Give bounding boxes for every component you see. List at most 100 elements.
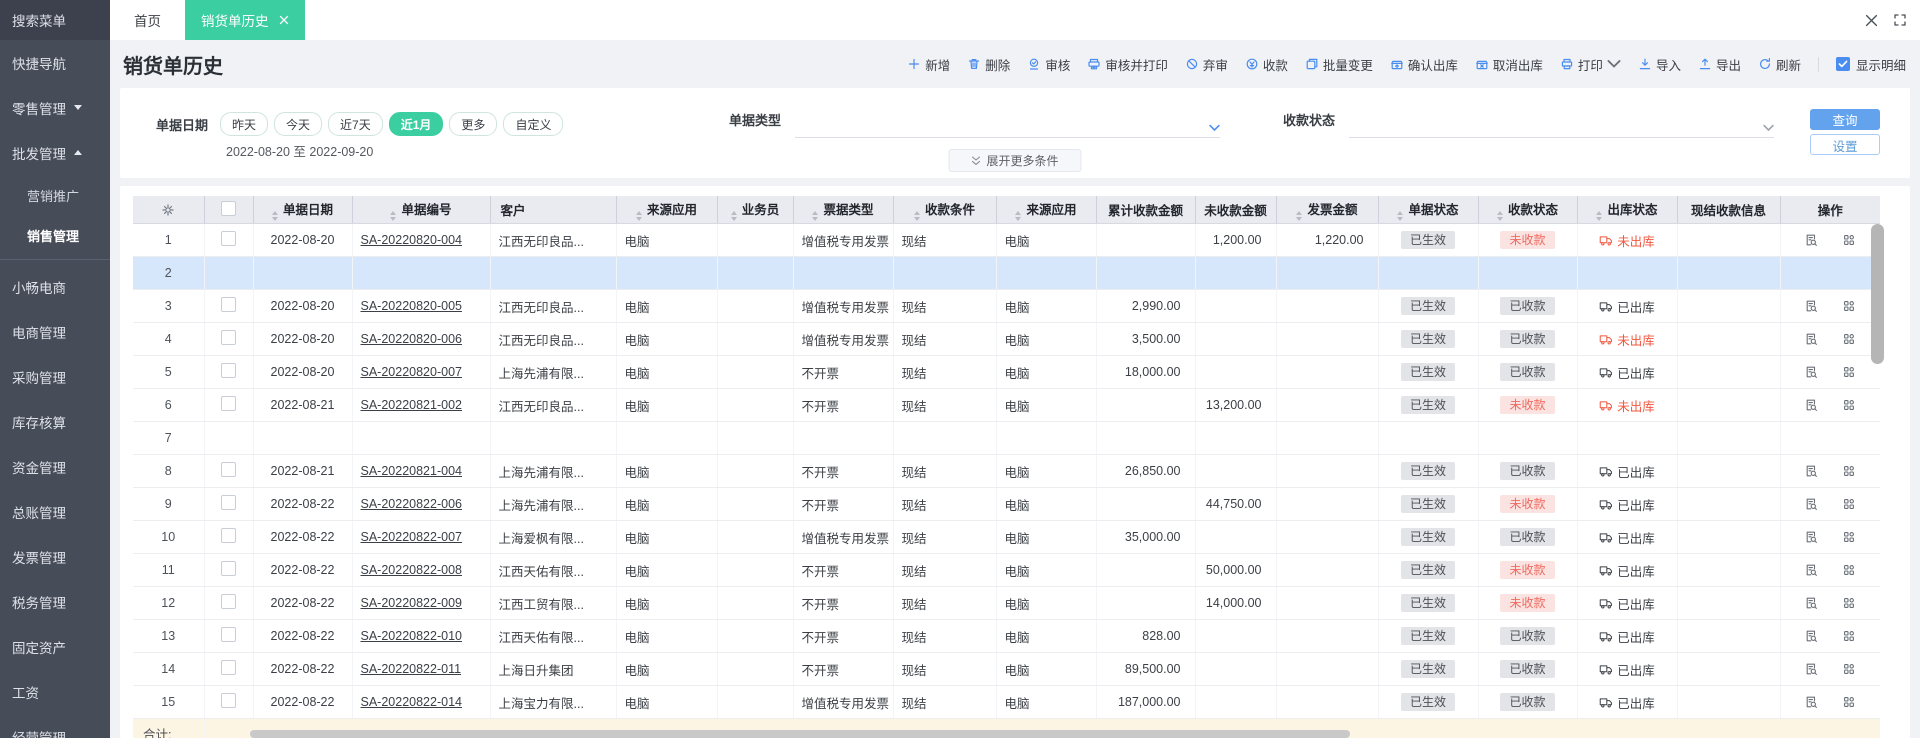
view-detail-icon[interactable] [1804,497,1818,511]
table-row[interactable]: 12 2022-08-22 SA-20220822-009 江西工贸有限... 电脑 不开… [133,586,1880,620]
table-row[interactable]: 9 2022-08-22 SA-20220822-006 上海先浦有限... 电脑 不开票… [133,487,1880,521]
search-button[interactable]: 查询 [1810,109,1880,130]
toolbar-button-审核并打印[interactable]: 审核并打印 [1087,55,1168,74]
sidebar-item-工资[interactable]: 工资 [0,669,110,714]
doc-code-link[interactable]: SA-20220822-007 [361,530,462,544]
table-row[interactable]: 4 2022-08-20 SA-20220820-006 江西无印良品... 电脑 增值税… [133,322,1880,356]
tab-销货单历史[interactable]: 销货单历史 [185,0,305,40]
column-header-out_status[interactable]: 出库状态 [1577,196,1678,224]
doc-type-select[interactable] [795,104,1221,138]
view-detail-icon[interactable] [1804,629,1818,643]
doc-code-link[interactable]: SA-20220822-006 [361,497,462,511]
column-settings-gear-icon[interactable] [161,203,175,217]
view-detail-icon[interactable] [1804,695,1818,709]
table-row[interactable]: 15 2022-08-22 SA-20220822-014 上海宝力有限... 电脑 增值… [133,685,1880,719]
table-row[interactable]: 7 [133,421,1880,455]
date-chip-近1月[interactable]: 近1月 [388,112,444,136]
toolbar-button-弃审[interactable]: 弃审 [1185,55,1228,74]
doc-code-link[interactable]: SA-20220820-007 [361,365,462,379]
sidebar-item-批发管理[interactable]: 批发管理 [0,130,110,175]
more-actions-icon[interactable] [1842,299,1856,313]
doc-code-link[interactable]: SA-20220822-014 [361,695,462,709]
row-checkbox[interactable] [221,594,236,609]
column-header-source[interactable]: 来源应用 [616,196,718,224]
toolbar-button-新增[interactable]: 新增 [907,55,950,74]
sidebar-item-税务管理[interactable]: 税务管理 [0,579,110,624]
row-checkbox[interactable] [221,330,236,345]
table-row[interactable]: 11 2022-08-22 SA-20220822-008 江西天佑有限... 电脑 不开… [133,553,1880,587]
sidebar-item-快捷导航[interactable]: 快捷导航 [0,40,110,85]
toolbar-button-导入[interactable]: 导入 [1638,55,1681,74]
sidebar-item-小畅电商[interactable]: 小畅电商 [0,264,110,309]
view-detail-icon[interactable] [1804,530,1818,544]
doc-code-link[interactable]: SA-20220822-011 [361,662,462,676]
doc-code-link[interactable]: SA-20220821-002 [361,398,462,412]
doc-code-link[interactable]: SA-20220822-009 [361,596,462,610]
more-actions-icon[interactable] [1842,596,1856,610]
view-detail-icon[interactable] [1804,299,1818,313]
sidebar-item-营销推广[interactable]: 营销推广 [0,175,110,215]
horizontal-scrollbar[interactable] [250,730,1350,738]
date-range-value[interactable]: 2022-08-20 至 2022-09-20 [226,141,563,160]
column-header-bill_type[interactable]: 票据类型 [793,196,894,224]
column-header-invoice[interactable]: 发票金额 [1276,196,1379,224]
doc-code-link[interactable]: SA-20220820-004 [361,233,462,247]
date-chip-更多[interactable]: 更多 [449,112,498,136]
more-actions-icon[interactable] [1842,464,1856,478]
sidebar-item-发票管理[interactable]: 发票管理 [0,534,110,579]
more-actions-icon[interactable] [1842,398,1856,412]
table-row[interactable]: 5 2022-08-20 SA-20220820-007 上海先浦有限... 电脑 不开票… [133,355,1880,389]
sidebar-item-销售管理[interactable]: 销售管理 [0,215,110,255]
row-checkbox[interactable] [221,297,236,312]
toolbar-button-导出[interactable]: 导出 [1698,55,1741,74]
row-checkbox[interactable] [221,627,236,642]
date-chip-近7天[interactable]: 近7天 [328,112,383,136]
toolbar-button-确认出库[interactable]: 确认出库 [1390,55,1458,74]
toolbar-button-删除[interactable]: 删除 [967,55,1010,74]
table-row[interactable]: 3 2022-08-20 SA-20220820-005 江西无印良品... 电脑 增值税… [133,289,1880,323]
table-row[interactable]: 6 2022-08-21 SA-20220821-002 江西无印良品... 电脑 不开票… [133,388,1880,422]
sidebar-item-固定资产[interactable]: 固定资产 [0,624,110,669]
more-actions-icon[interactable] [1842,563,1856,577]
view-detail-icon[interactable] [1804,596,1818,610]
column-header-doc_status[interactable]: 单据状态 [1378,196,1479,224]
row-checkbox[interactable] [221,693,236,708]
more-actions-icon[interactable] [1842,695,1856,709]
row-checkbox[interactable] [221,462,236,477]
doc-code-link[interactable]: SA-20220822-008 [361,563,462,577]
column-header-code[interactable]: 单据编号 [352,196,491,224]
doc-code-link[interactable]: SA-20220820-006 [361,332,462,346]
close-window-icon[interactable] [1865,14,1878,27]
toolbar-button-批量变更[interactable]: 批量变更 [1305,55,1373,74]
more-actions-icon[interactable] [1842,497,1856,511]
row-checkbox[interactable] [221,561,236,576]
more-actions-icon[interactable] [1842,332,1856,346]
vertical-scrollbar[interactable] [1871,224,1884,364]
row-checkbox[interactable] [221,396,236,411]
table-row[interactable]: 10 2022-08-22 SA-20220822-007 上海爱枫有限... 电脑 增值… [133,520,1880,554]
column-header-salesman[interactable]: 业务员 [717,196,794,224]
toolbar-button-取消出库[interactable]: 取消出库 [1475,55,1543,74]
view-detail-icon[interactable] [1804,563,1818,577]
date-chip-今天[interactable]: 今天 [274,112,323,136]
column-header-pay_cond[interactable]: 收款条件 [893,196,997,224]
table-row[interactable]: 14 2022-08-22 SA-20220822-011 上海日升集团 电脑 不开票 现结… [133,652,1880,686]
expand-more-button[interactable]: 展开更多条件 [948,149,1082,172]
pay-status-select[interactable] [1349,104,1775,138]
view-detail-icon[interactable] [1804,464,1818,478]
sidebar-item-零售管理[interactable]: 零售管理 [0,85,110,130]
table-row[interactable]: 2 [133,256,1880,290]
table-row[interactable]: 13 2022-08-22 SA-20220822-010 江西天佑有限... 电脑 不开… [133,619,1880,653]
view-detail-icon[interactable] [1804,332,1818,346]
toolbar-button-打印[interactable]: 打印 [1560,55,1621,74]
tab-close-icon[interactable] [279,15,289,25]
row-checkbox[interactable] [221,495,236,510]
tab-首页[interactable]: 首页 [110,0,185,40]
table-row[interactable]: 8 2022-08-21 SA-20220821-004 上海先浦有限... 电脑 不开票… [133,454,1880,488]
toolbar-button-刷新[interactable]: 刷新 [1758,55,1801,74]
row-checkbox[interactable] [221,363,236,378]
more-actions-icon[interactable] [1842,233,1856,247]
column-header-date[interactable]: 单据日期 [253,196,353,224]
sidebar-item-经营管理[interactable]: 经营管理 [0,714,110,738]
column-header-source2[interactable]: 来源应用 [996,196,1097,224]
